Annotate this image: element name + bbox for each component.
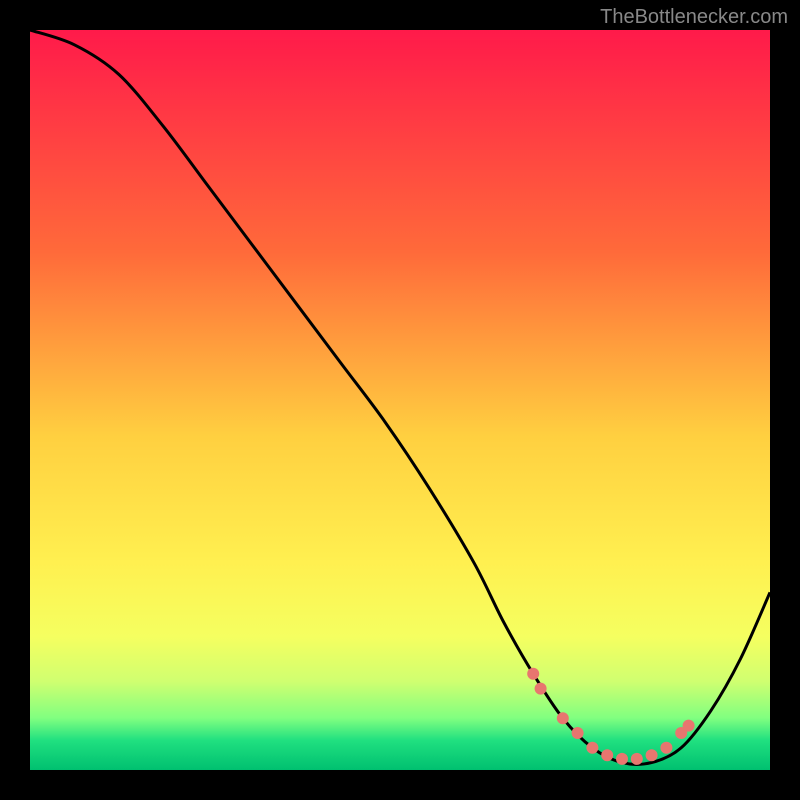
chart-svg bbox=[30, 30, 770, 770]
chart-container: TheBottlenecker.com bbox=[0, 0, 800, 800]
highlight-point bbox=[601, 749, 613, 761]
highlight-point bbox=[616, 753, 628, 765]
highlight-point bbox=[646, 749, 658, 761]
highlight-point bbox=[527, 668, 539, 680]
highlight-point bbox=[631, 753, 643, 765]
watermark-text: TheBottlenecker.com bbox=[600, 6, 788, 29]
highlight-point bbox=[535, 683, 547, 695]
highlight-point bbox=[557, 712, 569, 724]
gradient-background bbox=[30, 30, 770, 770]
highlight-point bbox=[660, 742, 672, 754]
highlight-point bbox=[586, 742, 598, 754]
highlight-point bbox=[572, 727, 584, 739]
plot-area bbox=[30, 30, 770, 770]
highlight-point bbox=[683, 720, 695, 732]
